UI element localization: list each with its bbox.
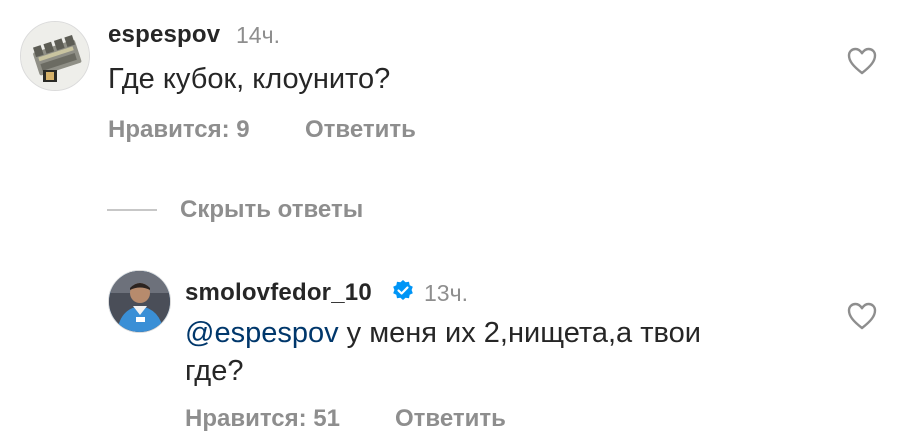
battery-holder-avatar-icon (21, 22, 89, 90)
player-photo-avatar-icon (109, 271, 170, 332)
like-heart-icon[interactable] (847, 302, 877, 330)
reply-button[interactable]: Ответить (305, 116, 416, 144)
comment-text-body: у меня их 2,нищета,а твои (338, 317, 701, 349)
comment-username[interactable]: smolovfedor_10 (185, 279, 372, 307)
likes-count[interactable]: Нравится: 9 (108, 116, 250, 144)
replies-divider (107, 209, 157, 211)
reply-button[interactable]: Ответить (395, 405, 506, 433)
comment-username[interactable]: espespov (108, 21, 220, 49)
comment-text-line-2: где? (185, 355, 244, 387)
verified-badge-icon (393, 280, 413, 300)
comment-time: 14ч. (236, 22, 280, 48)
hide-replies-button[interactable]: Скрыть ответы (180, 196, 363, 224)
comment-text-line-1: @espespov у меня их 2,нищета,а твои (185, 314, 701, 352)
comment-time: 13ч. (424, 280, 468, 306)
like-heart-icon[interactable] (847, 47, 877, 75)
mention-link[interactable]: @espespov (185, 317, 339, 349)
comments-thread: espespov 14ч. Где кубок, клоунито? Нрави… (0, 0, 920, 438)
comment-text: Где кубок, клоунито? (108, 63, 391, 95)
avatar[interactable] (20, 21, 90, 91)
avatar[interactable] (108, 270, 171, 333)
likes-count[interactable]: Нравится: 51 (185, 405, 340, 433)
